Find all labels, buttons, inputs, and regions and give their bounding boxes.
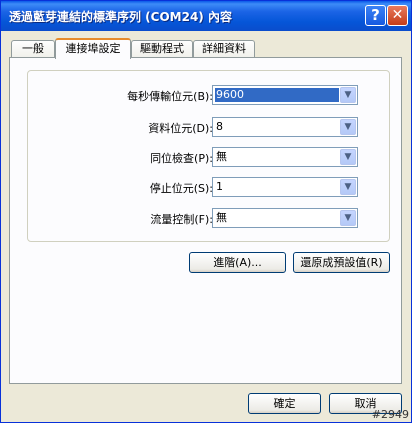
stop-bits-value: 1: [216, 180, 223, 193]
parity-value: 無: [216, 150, 227, 163]
watermark: #2949: [371, 408, 409, 421]
chevron-down-icon[interactable]: ▼: [340, 149, 356, 165]
stop-bits-dropdown[interactable]: 1 ▼: [212, 177, 358, 197]
ok-button[interactable]: 確定: [248, 393, 321, 414]
data-bits-dropdown[interactable]: 8 ▼: [212, 117, 358, 137]
flow-control-dropdown[interactable]: 無 ▼: [212, 208, 358, 228]
baud-rate-value: 9600: [215, 88, 339, 102]
advanced-button[interactable]: 進階(A)...: [189, 252, 286, 273]
tab-panel-port-settings: 每秒傳輸位元(B): 9600 ▼ 資料位元(D): 8 ▼ 同位檢查(P): …: [9, 57, 402, 384]
parity-label: 同位檢查(P):: [150, 152, 213, 165]
parity-dropdown[interactable]: 無 ▼: [212, 147, 358, 167]
stop-bits-label: 停止位元(S):: [149, 182, 213, 195]
baud-rate-dropdown[interactable]: 9600 ▼: [212, 85, 358, 105]
close-button[interactable]: ✕: [387, 5, 408, 26]
chevron-down-icon[interactable]: ▼: [340, 119, 356, 135]
restore-defaults-button[interactable]: 還原成預設值(R): [293, 252, 390, 273]
window-title: 透過藍芽連結的標準序列 (COM24) 內容: [9, 10, 232, 24]
chevron-down-icon[interactable]: ▼: [340, 87, 356, 103]
data-bits-label: 資料位元(D):: [148, 122, 213, 135]
data-bits-value: 8: [216, 120, 223, 133]
flow-control-value: 無: [216, 211, 227, 224]
properties-dialog: 透過藍芽連結的標準序列 (COM24) 內容 ? ✕ 一般 連接埠設定 驅動程式…: [0, 0, 412, 423]
tab-port-settings[interactable]: 連接埠設定: [55, 38, 131, 59]
tab-details[interactable]: 詳細資料: [193, 40, 255, 58]
baud-rate-label: 每秒傳輸位元(B):: [127, 90, 213, 103]
help-button[interactable]: ?: [365, 5, 386, 26]
flow-control-label: 流量控制(F):: [150, 213, 213, 226]
chevron-down-icon[interactable]: ▼: [340, 179, 356, 195]
title-bar[interactable]: 透過藍芽連結的標準序列 (COM24) 內容 ? ✕: [1, 1, 411, 31]
tab-driver[interactable]: 驅動程式: [131, 40, 193, 58]
chevron-down-icon[interactable]: ▼: [340, 210, 356, 226]
tab-general[interactable]: 一般: [11, 40, 55, 58]
